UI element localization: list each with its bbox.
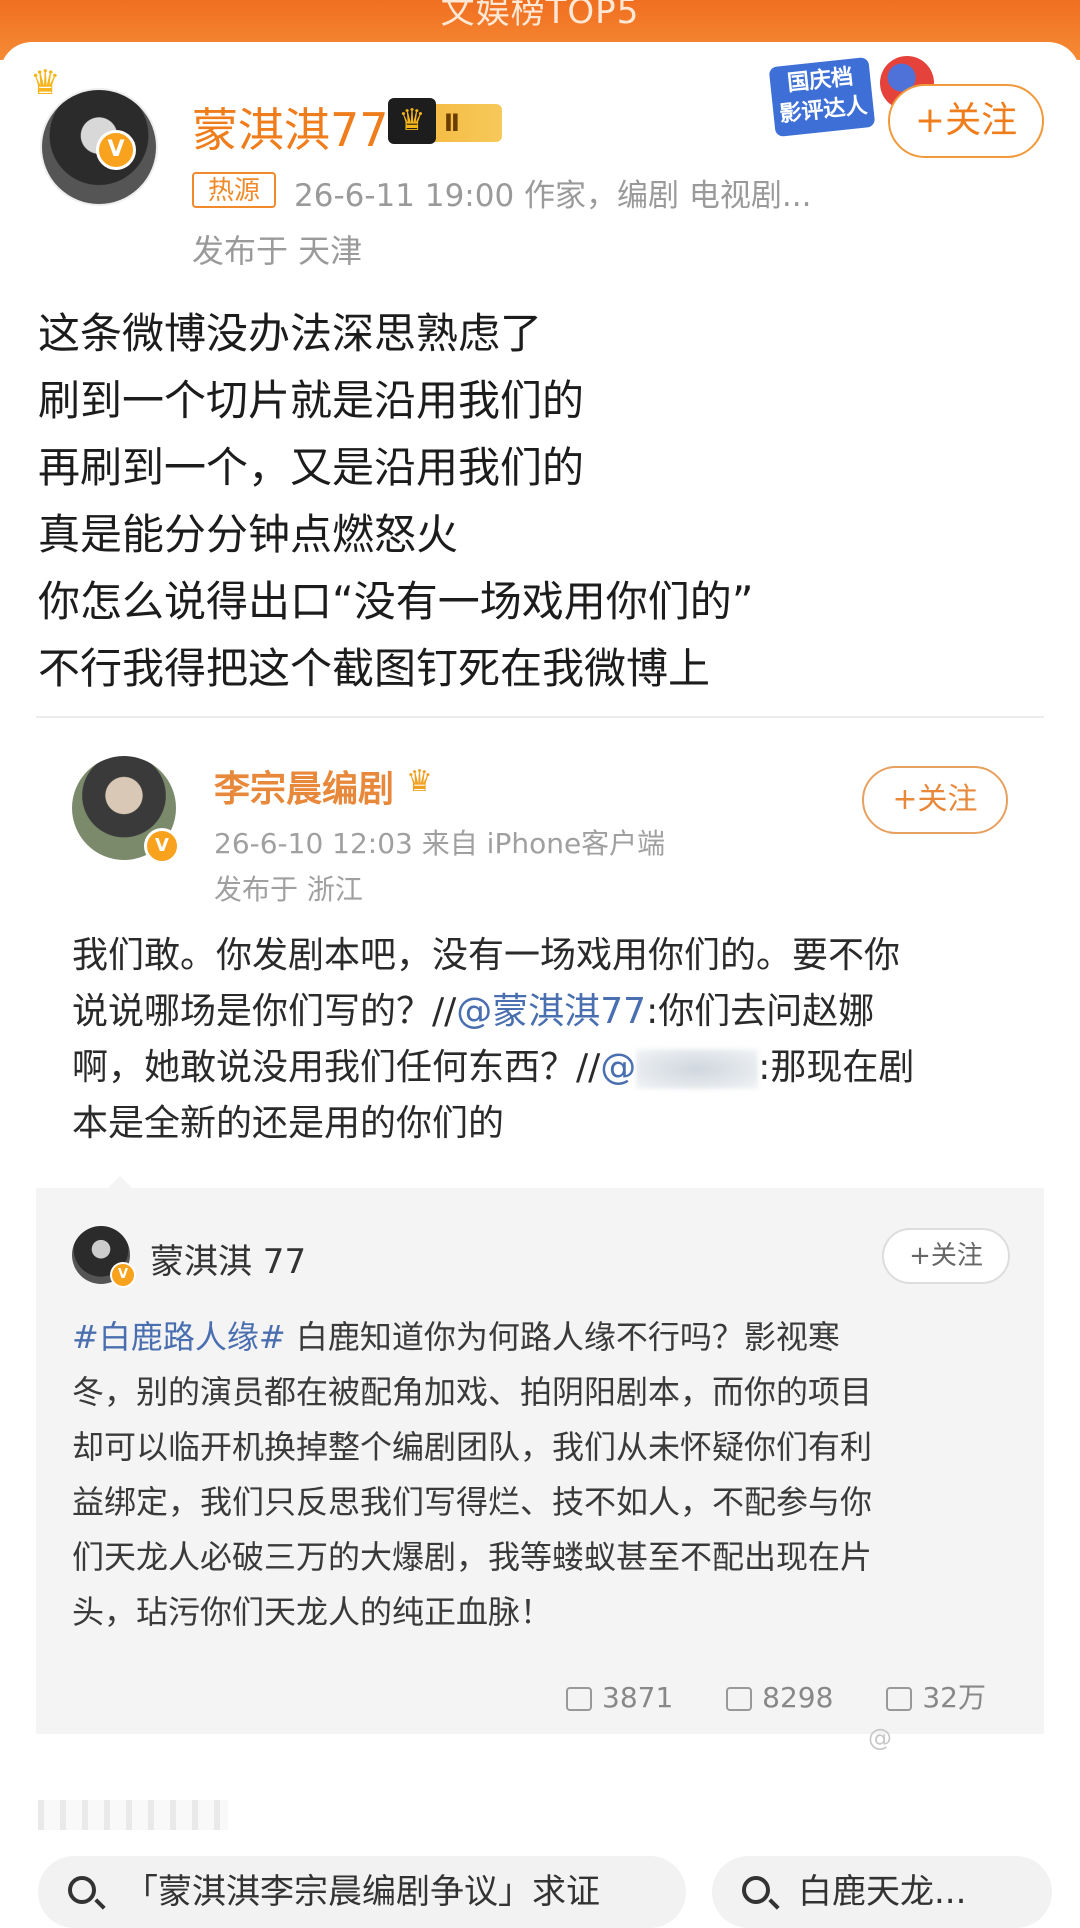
faded-text xyxy=(38,1800,228,1830)
post-location: 发布于 天津 xyxy=(192,232,363,270)
divider xyxy=(36,716,1044,718)
repost-count: 3871 xyxy=(602,1681,674,1714)
quoted-line: #白鹿路人缘# 白鹿知道你为何路人缘不行吗？影视寒 xyxy=(72,1310,1012,1365)
watermark: @ xyxy=(868,1724,892,1752)
like-count: 32万 xyxy=(922,1681,986,1714)
level-crown-icon: ♛ xyxy=(388,98,436,144)
mention-link: @蒙淇淇77 xyxy=(456,991,647,1032)
quoted-line: 却可以临开机换掉整个编剧团队，我们从未怀疑你们有利 xyxy=(72,1428,873,1466)
related-search-label: 「蒙淇淇李宗晨编剧争议」求证 xyxy=(124,1872,600,1912)
follow-button[interactable]: +关注 xyxy=(888,84,1044,158)
post-line: 再刷到一个，又是沿用我们的 xyxy=(38,443,585,492)
crown-icon: ♛ xyxy=(30,63,61,103)
repost-icon xyxy=(566,1687,592,1711)
quoted-follow-button: +关注 xyxy=(882,1228,1010,1284)
hot-source-tag: 热源 xyxy=(192,172,276,208)
search-icon xyxy=(742,1876,770,1904)
like-stat: 32万 xyxy=(886,1676,986,1716)
quoted-line: 头，玷污你们天龙人的纯正血脉！ xyxy=(72,1593,553,1631)
comment-count: 8298 xyxy=(762,1681,834,1714)
post-meta: 26-6-11 19:00 作家，编剧 电视剧... xyxy=(294,178,812,214)
screenshot-line: 我们敢。你发剧本吧，没有一场戏用你们的。要不你 xyxy=(72,935,901,976)
banner-title: 文娱榜TOP5 xyxy=(440,0,640,32)
quoted-line: 们天龙人必破三万的大爆剧，我等蝼蚁甚至不配出现在片 xyxy=(72,1538,873,1576)
text-segment: 啊，她敢说没用我们任何东西？// xyxy=(72,1047,601,1088)
author-name[interactable]: 蒙淇淇77 xyxy=(192,94,389,160)
like-icon xyxy=(886,1687,913,1711)
comment-stat: 8298 xyxy=(726,1681,833,1714)
screenshot-follow-button: +关注 xyxy=(862,766,1008,834)
screenshot-line: 啊，她敢说没用我们任何东西？//@ :那现在剧 xyxy=(72,1040,1002,1096)
promo-badge[interactable]: 国庆档 影评达人 xyxy=(768,56,876,138)
search-icon xyxy=(68,1876,96,1904)
repost-stat: 3871 xyxy=(566,1681,673,1714)
related-search-label: 白鹿天龙... xyxy=(798,1872,967,1912)
screenshot-line: 本是全新的还是用的你们的 xyxy=(72,1103,505,1144)
screenshot-line: 说说哪场是你们写的？//@蒙淇淇77:你们去问赵娜 xyxy=(72,984,1002,1040)
post-line: 刷到一个切片就是沿用我们的 xyxy=(38,376,585,425)
hashtag: #白鹿路人缘# xyxy=(72,1318,286,1356)
related-search-2[interactable]: 白鹿天龙... xyxy=(712,1856,1052,1928)
quoted-stats: 3871 8298 32万 xyxy=(566,1676,986,1716)
promo-line1: 国庆档 xyxy=(786,64,855,97)
related-search-1[interactable]: 「蒙淇淇李宗晨编剧争议」求证 xyxy=(38,1856,686,1928)
screenshot-meta: 26-6-10 12:03 来自 iPhone客户端 xyxy=(214,827,666,860)
text-segment: 白鹿知道你为何路人缘不行吗？影视寒 xyxy=(285,1318,840,1356)
quoted-text: #白鹿路人缘# 白鹿知道你为何路人缘不行吗？影视寒 冬，别的演员都在被配角加戏、… xyxy=(72,1310,1012,1640)
verified-badge: V xyxy=(96,130,136,170)
screenshot-location: 发布于 浙江 xyxy=(214,873,363,906)
mention-link: @ xyxy=(600,1047,637,1088)
text-segment: :那现在剧 xyxy=(758,1047,915,1088)
screenshot-author-name: 李宗晨编剧 xyxy=(214,769,395,810)
quoted-line: 益绑定，我们只反思我们写得烂、技不如人，不配参与你 xyxy=(72,1483,873,1521)
blurred-username xyxy=(636,1049,759,1089)
comment-icon xyxy=(726,1687,753,1711)
post-line: 不行我得把这个截图钉死在我微博上 xyxy=(38,644,711,693)
text-segment: 说说哪场是你们写的？// xyxy=(72,991,457,1032)
post-line: 这条微博没办法深思熟虑了 xyxy=(38,309,543,358)
post-line: 你怎么说得出口“没有一场戏用你们的” xyxy=(38,577,754,626)
promo-line2: 影评达人 xyxy=(778,93,869,128)
post-line: 真是能分分钟点燃怒火 xyxy=(38,510,459,559)
screenshot-text: 我们敢。你发剧本吧，没有一场戏用你们的。要不你 说说哪场是你们写的？//@蒙淇淇… xyxy=(72,928,1002,1152)
quoted-line: 冬，别的演员都在被配角加戏、拍阴阳剧本，而你的项目 xyxy=(72,1373,873,1411)
screenshot-verified-badge: V xyxy=(144,828,180,864)
text-segment: :你们去问赵娜 xyxy=(646,991,875,1032)
screenshot-crown-icon: ♛ xyxy=(406,764,433,799)
post-text: 这条微博没办法深思熟虑了 刷到一个切片就是沿用我们的 再刷到一个，又是沿用我们的… xyxy=(38,300,1038,702)
quoted-author-name: 蒙淇淇 77 xyxy=(150,1242,307,1282)
quoted-verified-badge: V xyxy=(110,1262,136,1288)
